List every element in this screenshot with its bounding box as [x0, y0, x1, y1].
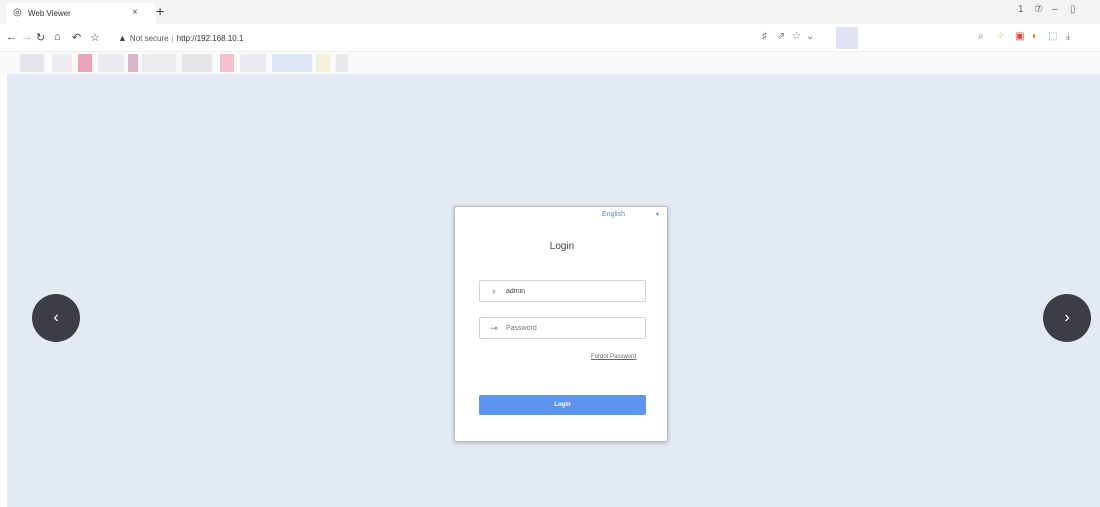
url-text: http://192.168.10.1 — [176, 33, 244, 43]
bookmark-blur — [336, 54, 348, 72]
search-icon[interactable]: ⌕ — [978, 31, 984, 42]
bookmark-blur — [272, 54, 312, 72]
new-tab-button[interactable]: + — [156, 3, 164, 19]
extension-c-icon[interactable]: ◐ — [1032, 31, 1038, 42]
pdf-icon[interactable]: ▣ — [1015, 31, 1024, 42]
bookmarks-bar-blurred — [0, 52, 1100, 74]
carousel-prev-button[interactable]: ‹ — [32, 294, 80, 342]
download-icon[interactable]: ⤓ — [1066, 31, 1070, 42]
apps-icon[interactable]: ⁘ — [996, 31, 1004, 42]
bookmark-blur — [220, 54, 234, 72]
tab-bar: ◎ Web Viewer × + 1 ⑦ – ▯ — [0, 0, 1100, 24]
tab-web-viewer[interactable]: ◎ Web Viewer × — [6, 3, 156, 24]
dropdown-icon[interactable]: ⌄ — [806, 31, 814, 42]
minimize-button[interactable]: – — [1052, 4, 1058, 15]
page-viewport: ‹ › English ▾ Login ♁ ⊸ Forgot Password … — [7, 74, 1100, 507]
bookmark-blur — [240, 54, 266, 72]
reload-icon[interactable]: ↻ — [36, 31, 45, 44]
tab-counter-icon[interactable]: 1 — [1018, 4, 1024, 15]
login-card: English ▾ Login ♁ ⊸ Forgot Password Logi… — [454, 206, 668, 442]
security-label: Not secure — [129, 33, 169, 43]
password-input[interactable] — [506, 324, 641, 332]
bookmark-blur — [52, 54, 72, 72]
bookmark-blur — [78, 54, 92, 72]
user-icon: ♁ — [490, 286, 498, 296]
screenshot-icon[interactable]: ⬚ — [1048, 31, 1057, 42]
bookmark-star-icon[interactable]: ☆ — [90, 31, 100, 44]
language-select[interactable]: English — [602, 211, 625, 218]
profile-icon[interactable]: ⑦ — [1034, 4, 1043, 15]
blurred-region — [836, 27, 858, 49]
undo-icon[interactable]: ↶ — [72, 31, 81, 44]
bookmark-blur — [316, 54, 330, 72]
caret-down-icon[interactable]: ▾ — [656, 211, 659, 218]
restore-button[interactable]: ▯ — [1070, 4, 1076, 15]
bookmark-blur — [142, 54, 176, 72]
share-icon[interactable]: ⇗ — [777, 31, 785, 42]
url-separator: | — [171, 33, 174, 43]
bookmark-blur — [20, 54, 44, 72]
chevron-left-icon: ‹ — [53, 309, 59, 326]
login-button[interactable]: Login — [479, 395, 646, 415]
bookmark-blur — [128, 54, 138, 72]
carousel-next-button[interactable]: › — [1043, 294, 1091, 342]
url-field[interactable]: ▲ Not secure | http://192.168.10.1 — [118, 30, 243, 46]
home-icon[interactable]: ⌂ — [54, 31, 61, 43]
forward-icon[interactable]: → — [21, 31, 32, 43]
username-input[interactable] — [506, 287, 641, 295]
login-title: Login — [549, 241, 575, 252]
tab-title: Web Viewer — [28, 9, 71, 18]
chevron-right-icon: › — [1064, 309, 1070, 326]
address-bar-row: ← → ↻ ⌂ ↶ ☆ ▲ Not secure | http://192.16… — [0, 24, 1100, 52]
favorite-icon[interactable]: ☆ — [792, 31, 801, 42]
key-icon: ⊸ — [490, 322, 498, 333]
globe-icon: ◎ — [13, 7, 22, 18]
username-field[interactable]: ♁ — [479, 280, 646, 302]
password-field[interactable]: ⊸ — [479, 317, 646, 339]
warning-icon: ▲ — [118, 33, 127, 43]
bookmark-blur — [98, 54, 124, 72]
forgot-password-link[interactable]: Forgot Password — [591, 354, 636, 360]
extension-icon[interactable]: ♯ — [762, 31, 767, 42]
back-icon[interactable]: ← — [6, 31, 17, 43]
bookmark-blur — [182, 54, 212, 72]
browser-chrome: ◎ Web Viewer × + 1 ⑦ – ▯ ← → ↻ ⌂ ↶ ☆ ▲ N… — [0, 0, 1100, 74]
tab-close-icon[interactable]: × — [132, 7, 138, 18]
